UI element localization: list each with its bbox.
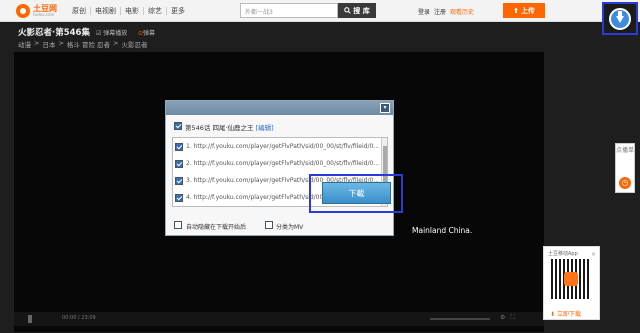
- player-control-bar: 00:00 / 23:09 ⚙ ⛶: [14, 312, 544, 326]
- mv-category-checkbox[interactable]: [265, 221, 273, 229]
- login-link[interactable]: 登录: [418, 7, 430, 16]
- download-dialog: ▾ 第546话 四尾·仙鹿之王 [编辑] 1. http://f.youku.c…: [165, 100, 403, 236]
- list-item: 2. http://f.youku.com/player/getFlvPath/…: [173, 156, 381, 172]
- promo-title: 土豆移动App: [548, 251, 578, 257]
- segment-checkbox[interactable]: [175, 143, 183, 151]
- settings-icon[interactable]: ⚙: [500, 314, 505, 322]
- nav-item-original[interactable]: 原创: [68, 7, 91, 15]
- side-playlist-tab[interactable]: 点播单 ◷: [615, 143, 635, 193]
- history-link[interactable]: 观看历史: [450, 7, 474, 16]
- download-arrow-icon: [609, 7, 631, 30]
- search-button[interactable]: 搜 库: [338, 3, 376, 18]
- breadcrumb: 动漫 > 日本 > 格斗 冒险 忍者 > 火影忍者: [18, 39, 148, 49]
- fullscreen-icon[interactable]: ⛶: [510, 314, 514, 322]
- search-input[interactable]: 外都一战3: [240, 3, 338, 18]
- video-title-strip: 火影忍者·第546集 ☑ 弹幕播放 ⊙弹幕 动漫 > 日本 > 格斗 冒险 忍者…: [0, 22, 600, 52]
- search-placeholder: 外都一战3: [245, 9, 273, 16]
- volume-slider[interactable]: [430, 318, 490, 320]
- app-promo-panel: 土豆移动App × ⬇ 立即下载: [543, 246, 600, 320]
- floating-download-button[interactable]: [602, 2, 638, 35]
- autoplay-danmu-toggle[interactable]: ☑ 弹幕播放: [96, 28, 127, 37]
- tudou-logo[interactable]: 土豆网 tudou.com: [16, 3, 62, 19]
- side-playlist-label: 点播单: [616, 147, 635, 154]
- crumb-genres[interactable]: 格斗 冒险 忍者: [67, 39, 110, 49]
- episode-name: 第546话 四尾·仙鹿之王: [185, 124, 254, 132]
- crumb-naruto[interactable]: 火影忍者: [122, 39, 148, 49]
- nav-item-variety[interactable]: 综艺: [144, 7, 167, 15]
- qr-code-image: [551, 259, 591, 299]
- mv-category-label: 分类为MV: [276, 224, 304, 231]
- edit-link[interactable]: [编辑]: [256, 124, 274, 132]
- autoplay-danmu-label: 弹幕播放: [103, 30, 128, 37]
- upload-label: 上传: [520, 6, 535, 15]
- download-icon: ⬇: [550, 311, 557, 318]
- crumb-separator: >: [34, 39, 40, 47]
- segment-checkbox[interactable]: [175, 177, 183, 185]
- dialog-titlebar: ▾: [166, 101, 393, 115]
- playback-time: 00:00 / 23:09: [62, 315, 96, 321]
- auto-hide-label: 自动隐藏在下载开始后: [186, 224, 247, 231]
- tudou-logo-icon: [16, 4, 30, 18]
- top-nav-bar: 土豆网 tudou.com 原创 电视剧 电影 综艺 更多 外都一战3 搜 库 …: [0, 0, 640, 22]
- episode-label: 第546话 四尾·仙鹿之王 [编辑]: [185, 122, 274, 132]
- clock-icon: ◷: [619, 177, 631, 189]
- promo-close-icon[interactable]: ×: [591, 251, 596, 258]
- video-title: 火影忍者·第546集: [18, 28, 90, 38]
- crumb-anime[interactable]: 动漫: [18, 39, 31, 49]
- logo-subtext: tudou.com: [33, 12, 55, 17]
- channel-nav: 原创 电视剧 电影 综艺 更多: [68, 7, 189, 15]
- player-icons: ⚙ ⛶: [500, 314, 515, 322]
- danmu-label: 弹幕: [143, 30, 156, 37]
- pause-icon[interactable]: [28, 315, 32, 323]
- user-links: 登录 注册 观看历史: [418, 7, 474, 16]
- nav-item-movie[interactable]: 电影: [121, 7, 144, 15]
- app-download-link[interactable]: ⬇ 立即下载: [550, 309, 581, 318]
- segment-checkbox[interactable]: [175, 194, 183, 202]
- crumb-separator: >: [113, 39, 119, 47]
- crumb-japan[interactable]: 日本: [42, 39, 55, 49]
- upload-button[interactable]: ⬆ 上传: [503, 3, 545, 18]
- auto-hide-checkbox[interactable]: [174, 221, 182, 229]
- register-link[interactable]: 注册: [434, 7, 446, 16]
- download-button[interactable]: 下載: [322, 182, 391, 204]
- segment-url: 2. http://f.youku.com/player/getFlvPath/…: [186, 160, 380, 167]
- segment-checkbox[interactable]: [175, 160, 183, 168]
- upload-arrow-icon: ⬆: [513, 6, 519, 15]
- list-item: 1. http://f.youku.com/player/getFlvPath/…: [173, 139, 381, 155]
- app-download-label: 立即下载: [556, 311, 581, 318]
- search-button-label: 搜 库: [353, 6, 370, 15]
- player-message: Mainland China.: [412, 226, 473, 235]
- search-icon: [344, 7, 351, 14]
- download-button-highlight: 下載: [309, 174, 403, 213]
- collapse-chevron-icon[interactable]: ▾: [380, 103, 390, 113]
- segment-url: 1. http://f.youku.com/player/getFlvPath/…: [186, 143, 380, 150]
- nav-item-tv[interactable]: 电视剧: [91, 7, 121, 15]
- nav-item-more[interactable]: 更多: [167, 7, 189, 15]
- crumb-separator: >: [58, 39, 64, 47]
- select-all-checkbox[interactable]: [174, 122, 182, 130]
- danmu-toggle[interactable]: ⊙弹幕: [138, 28, 155, 37]
